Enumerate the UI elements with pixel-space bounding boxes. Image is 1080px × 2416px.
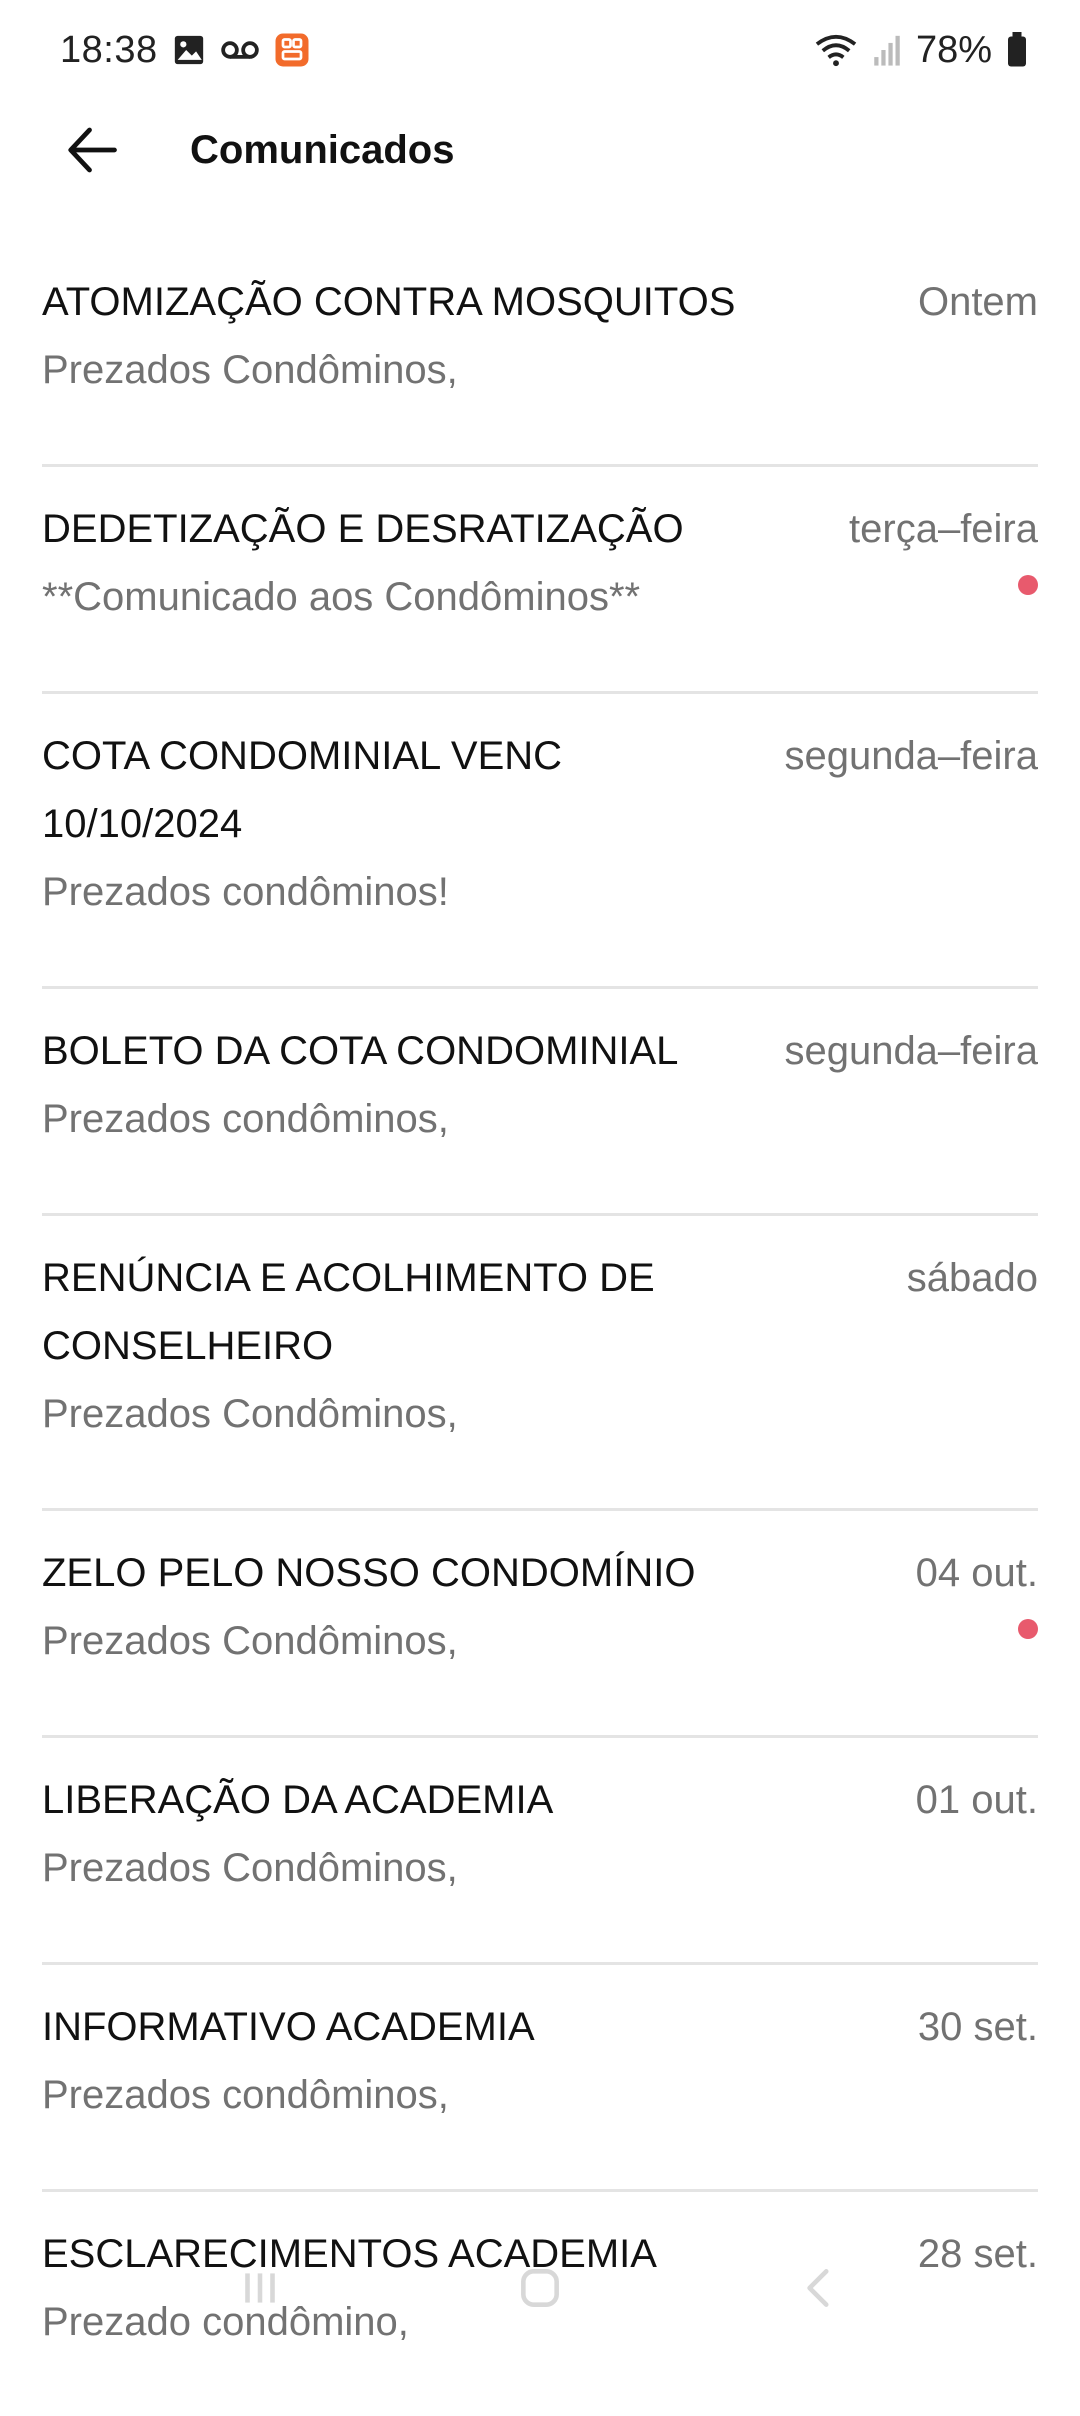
message-title: DEDETIZAÇÃO E DESRATIZAÇÃO bbox=[42, 507, 684, 551]
arrow-left-icon bbox=[68, 127, 117, 173]
page-title: Comunicados bbox=[190, 127, 455, 172]
home-button[interactable] bbox=[480, 2248, 600, 2328]
wifi-icon bbox=[814, 32, 858, 68]
message-preview: Prezados Condôminos, bbox=[42, 1846, 458, 1890]
message-preview: Prezados Condôminos, bbox=[42, 348, 458, 392]
app-bar: Comunicados bbox=[0, 100, 1080, 200]
message-item[interactable]: RENÚNCIA E ACOLHIMENTO DE CONSELHEIRO Pre… bbox=[42, 1216, 1038, 1511]
message-item[interactable]: ATOMIZAÇÃO CONTRA MOSQUITOS Prezados Cond… bbox=[42, 240, 1038, 467]
message-preview: **Comunicado aos Condôminos** bbox=[42, 575, 641, 619]
message-item[interactable]: INFORMATIVO ACADEMIA Prezados condôminos,… bbox=[42, 1965, 1038, 2192]
message-preview: Prezados condôminos, bbox=[42, 2073, 449, 2117]
gallery-icon bbox=[172, 33, 206, 67]
message-date: segunda–feira bbox=[784, 734, 1038, 778]
home-icon bbox=[521, 2268, 559, 2307]
message-item[interactable]: LIBERAÇÃO DA ACADEMIA Prezados Condôminos… bbox=[42, 1738, 1038, 1965]
message-item[interactable]: BOLETO DA COTA CONDOMINIAL Prezados condô… bbox=[42, 989, 1038, 1216]
message-title: INFORMATIVO ACADEMIA bbox=[42, 2005, 535, 2049]
unread-indicator bbox=[1018, 1619, 1038, 1639]
app-notification-icon bbox=[274, 32, 310, 68]
message-title: RENÚNCIA E ACOLHIMENTO DE CONSELHEIRO bbox=[42, 1256, 655, 1368]
signal-icon bbox=[872, 33, 902, 67]
message-preview: Prezados Condôminos, bbox=[42, 1392, 458, 1436]
recent-apps-icon bbox=[245, 2272, 275, 2303]
battery-percentage: 78% bbox=[915, 28, 992, 71]
message-title: ATOMIZAÇÃO CONTRA MOSQUITOS bbox=[42, 280, 736, 324]
message-date: 01 out. bbox=[915, 1778, 1038, 1822]
message-item[interactable]: DEDETIZAÇÃO E DESRATIZAÇÃO **Comunicado a… bbox=[42, 467, 1038, 694]
message-date: Ontem bbox=[917, 280, 1038, 324]
message-title: LIBERAÇÃO DA ACADEMIA bbox=[42, 1778, 554, 1822]
message-preview: Prezados Condôminos, bbox=[42, 1619, 458, 1663]
status-right: 78% bbox=[814, 29, 1028, 72]
battery-icon bbox=[1006, 32, 1028, 68]
message-item[interactable]: ZELO PELO NOSSO CONDOMÍNIO Prezados Condô… bbox=[42, 1511, 1038, 1738]
back-button[interactable] bbox=[42, 100, 142, 200]
voicemail-icon bbox=[220, 35, 260, 65]
message-item[interactable]: COTA CONDOMINIAL VENC 10/10/2024 Prezados… bbox=[42, 694, 1038, 989]
message-date: segunda–feira bbox=[784, 1029, 1038, 1073]
recent-apps-button[interactable] bbox=[200, 2248, 320, 2328]
message-date: 04 out. bbox=[915, 1551, 1038, 1595]
message-title: ZELO PELO NOSSO CONDOMÍNIO bbox=[42, 1551, 696, 1595]
message-title: BOLETO DA COTA CONDOMINIAL bbox=[42, 1029, 679, 1073]
status-time: 18:38 bbox=[60, 28, 158, 71]
message-title: COTA CONDOMINIAL VENC 10/10/2024 bbox=[42, 734, 563, 846]
message-preview: Prezados condôminos, bbox=[42, 1097, 449, 1141]
message-date: terça–feira bbox=[849, 507, 1038, 551]
back-nav-icon bbox=[807, 2268, 829, 2307]
message-date: 30 set. bbox=[917, 2005, 1038, 2049]
unread-indicator bbox=[1018, 575, 1038, 595]
navigation-bar bbox=[0, 2235, 1080, 2340]
message-list: ATOMIZAÇÃO CONTRA MOSQUITOS Prezados Cond… bbox=[42, 240, 1038, 2416]
status-bar: 18:38 78% bbox=[0, 0, 1080, 100]
back-nav-button[interactable] bbox=[760, 2248, 880, 2328]
message-date: sábado bbox=[906, 1256, 1038, 1300]
status-left: 18:38 bbox=[60, 29, 310, 72]
message-preview: Prezados condôminos! bbox=[42, 870, 449, 914]
